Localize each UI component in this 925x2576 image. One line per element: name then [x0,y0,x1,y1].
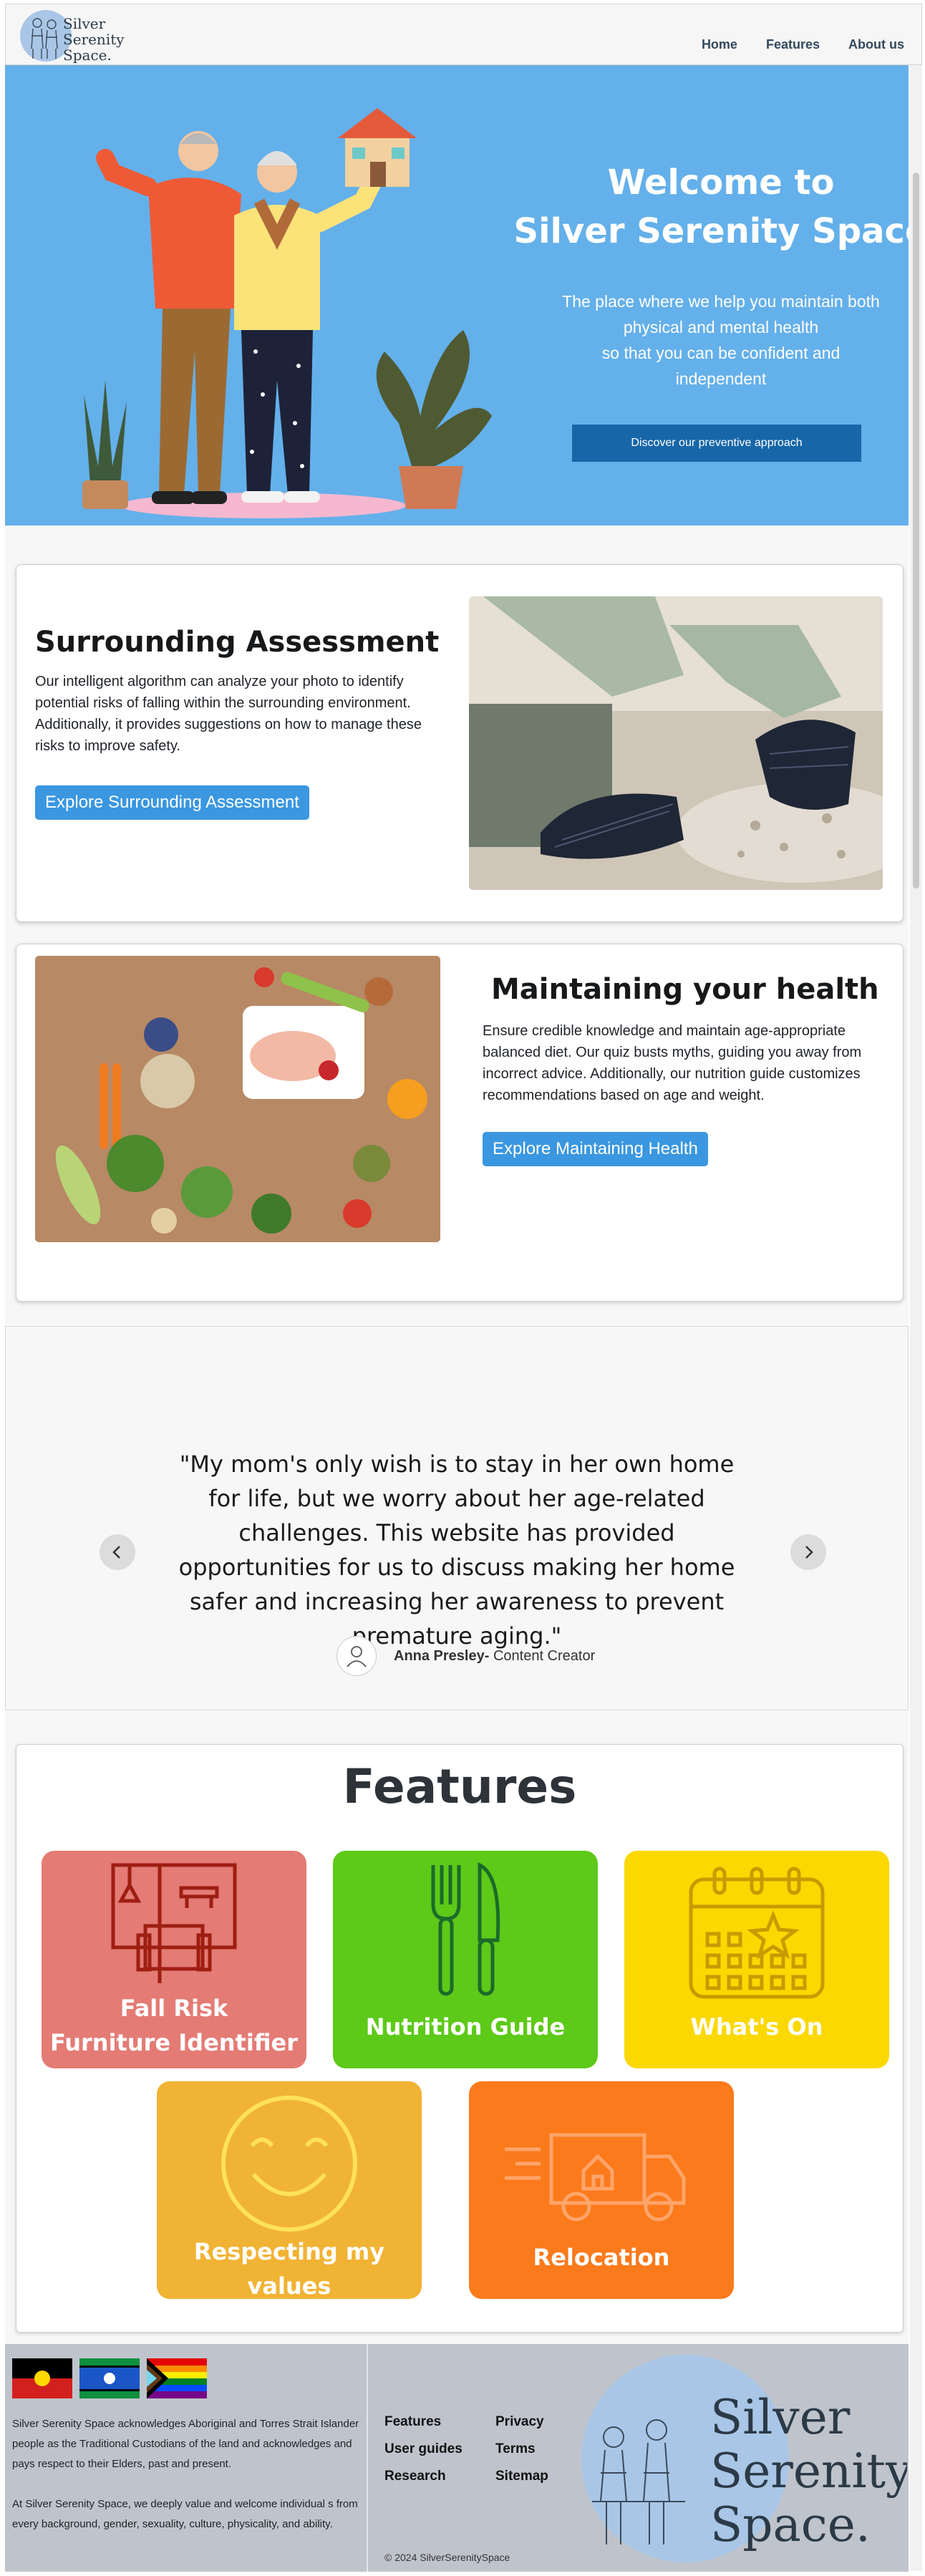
site-footer: Silver Serenity Space acknowledges Abori… [5,2344,909,2572]
hero-title: Welcome to Silver Serenity Space [506,158,909,256]
explore-assessment-button[interactable]: Explore Surrounding Assessment [35,785,309,820]
smile-icon [221,2096,357,2232]
hero-subtitle-line-4: independent [675,369,767,388]
hero-subtitle: The place where we help you maintain bot… [506,289,909,392]
testimonial-author: Anna Presley- Content Creator [336,1636,595,1676]
footer-divider [367,2344,368,2572]
assessment-title: Surrounding Assessment [35,626,440,659]
feature-tile-nutrition[interactable]: Nutrition Guide [333,1851,598,2068]
feature-tile-relocation[interactable]: Relocation [469,2081,734,2299]
author-line: Anna Presley- Content Creator [394,1648,595,1665]
moving-truck-icon [505,2133,686,2222]
chevron-right-icon [805,1546,813,1559]
testimonial-quote: "My mom's only wish is to stay in her ow… [178,1451,735,1650]
logo-line-1: Silver [63,15,106,32]
healthy-food-photo [35,956,440,1242]
footer-link-features[interactable]: Features [384,2414,495,2430]
hero-subtitle-line-1: The place where we help you maintain bot… [562,292,880,311]
footer-logo: Silver Serenity Space. [581,2355,907,2562]
pride-flag-icon [147,2358,207,2398]
calendar-star-icon [689,1866,825,1999]
author-name: Anna Presley- [394,1647,490,1664]
feature-tile-whats-on[interactable]: What's On [624,1851,889,2068]
hero-section: Welcome to Silver Serenity Space The pla… [5,65,909,526]
flags-row [12,2358,207,2398]
footer-logo-line-3: Space. [710,2497,871,2552]
elderly-couple-illustration [82,108,492,518]
health-description: Ensure credible knowledge and maintain a… [483,1023,862,1103]
copyright: © 2024 SilverSerenitySpace [384,2552,510,2563]
furniture-icon [111,1863,237,1983]
feature-tile-values[interactable]: Respecting my values [157,2081,422,2300]
testimonial-section: "My mom's only wish is to stay in her ow… [5,1326,909,1710]
acknowledgement-text: Silver Serenity Space acknowledges Abori… [12,2414,374,2534]
footer-link-research[interactable]: Research [384,2469,495,2484]
feature-label-relocation: Relocation [533,2244,670,2271]
ack-paragraph-2: At Silver Serenity Space, we deeply valu… [12,2498,358,2530]
footer-link-privacy[interactable]: Privacy [495,2414,581,2430]
footer-links: Features Privacy User guides Terms Resea… [384,2414,581,2484]
avatar [336,1636,377,1676]
health-title: Maintaining your health [491,973,879,1006]
nav-home-link[interactable]: Home [702,37,737,52]
user-icon [347,1646,367,1667]
fall-risk-label-1: Fall Risk [120,1995,228,2022]
explore-health-button[interactable]: Explore Maintaining Health [483,1132,708,1166]
nav-about-link[interactable]: About us [848,37,904,52]
feature-label-fall-risk: Fall Risk Furniture Identifier [42,1991,306,2060]
hero-title-line-1: Welcome to [607,163,835,203]
chevron-left-icon [112,1546,120,1559]
logo-line-2: Serenity [63,31,125,48]
site-logo[interactable]: Silver Serenity Space. [19,7,147,64]
ack-paragraph-1: Silver Serenity Space acknowledges Abori… [12,2418,359,2470]
maintaining-health-card: Maintaining your health Ensure credible … [16,944,904,1302]
footer-link-user-guides[interactable]: User guides [384,2441,495,2457]
feature-label-nutrition: Nutrition Guide [365,2013,566,2040]
scrollbar-thumb[interactable] [913,173,919,888]
assessment-description: Our intelligent algorithm can analyze yo… [35,674,422,754]
footer-link-sitemap[interactable]: Sitemap [495,2469,581,2484]
nav-features-link[interactable]: Features [766,37,820,52]
features-title: Features [342,1759,577,1814]
hero-subtitle-line-3: so that you can be confident and [601,344,841,362]
torres-strait-flag-icon [79,2358,140,2398]
feature-label-whats-on: What's On [690,2013,823,2040]
discover-approach-button[interactable]: Discover our preventive approach [572,425,861,462]
footer-link-terms[interactable]: Terms [495,2441,581,2457]
feature-tile-fall-risk[interactable]: Fall Risk Furniture Identifier [42,1851,306,2068]
surrounding-assessment-card: Surrounding Assessment Our intelligent a… [16,564,904,922]
hero-title-line-2: Silver Serenity Space [513,211,909,251]
fall-risk-label-2: Furniture Identifier [49,2029,299,2056]
features-section: Features Fall Risk Furniture Identifier [16,1744,904,2333]
aboriginal-flag-icon [12,2358,72,2398]
top-navbar: Silver Serenity Space. Home Features Abo… [5,4,922,65]
author-role: Content Creator [489,1647,596,1664]
feature-label-values: Respecting my values [193,2238,385,2300]
carousel-next-button[interactable] [790,1534,826,1570]
page-scrollbar[interactable] [910,65,922,2571]
footer-logo-line-1: Silver [710,2390,851,2445]
carousel-prev-button[interactable] [100,1534,135,1570]
hero-subtitle-line-2: physical and mental health [623,318,819,336]
footer-logo-line-2: Serenity [710,2444,907,2499]
slippers-photo [469,596,883,890]
logo-line-3: Space. [63,47,112,64]
fork-knife-icon [431,1861,500,1996]
